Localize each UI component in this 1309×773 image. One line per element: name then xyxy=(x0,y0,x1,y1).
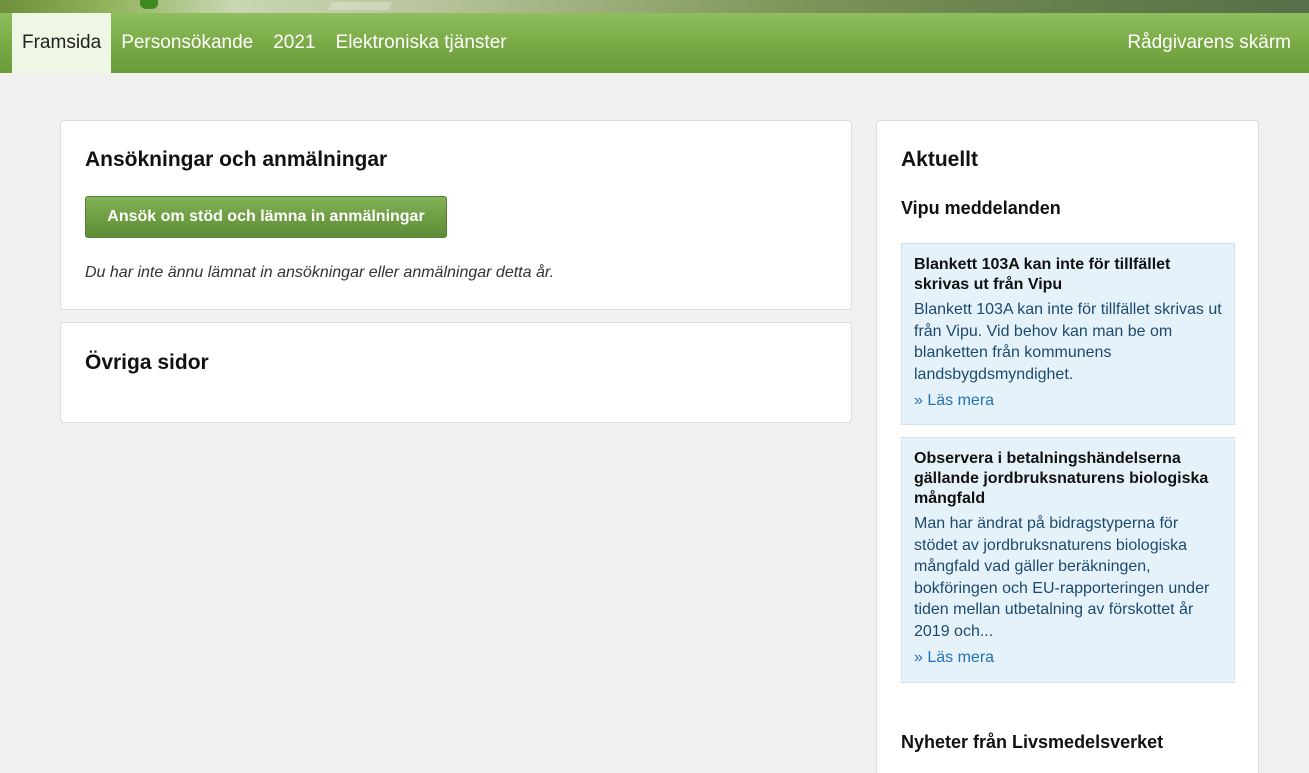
message-item: Observera i betalningshändelserna gällan… xyxy=(901,437,1235,683)
applications-card: Ansökningar och anmälningar Ansök om stö… xyxy=(60,120,852,310)
message-body: Blankett 103A kan inte för tillfället sk… xyxy=(914,301,1222,383)
nav-item-elektroniska-tjanster[interactable]: Elektroniska tjänster xyxy=(326,13,517,73)
banner-decoration xyxy=(328,2,392,10)
message-title: Observera i betalningshändelserna gällan… xyxy=(914,450,1209,507)
news-card: Aktuellt Vipu meddelanden Blankett 103A … xyxy=(876,120,1259,773)
read-more-link[interactable]: » Läs mera xyxy=(914,647,1222,668)
other-pages-title: Övriga sidor xyxy=(85,351,209,374)
message-body: Man har ändrat på bidragstyperna för stö… xyxy=(914,515,1210,640)
message-item: Blankett 103A kan inte för tillfället sk… xyxy=(901,243,1235,425)
logo-leaf-icon xyxy=(140,0,158,9)
nav-item-framsida[interactable]: Framsida xyxy=(12,13,112,73)
main-navigation: Framsida Personsökande 2021 Elektroniska… xyxy=(0,13,1309,73)
news-title: Aktuellt xyxy=(901,148,979,171)
vipu-messages-title: Vipu meddelanden xyxy=(901,198,1061,218)
header-banner xyxy=(0,0,1309,13)
nav-item-personsokande[interactable]: Personsökande xyxy=(111,13,263,73)
applications-title: Ansökningar och anmälningar xyxy=(85,148,388,171)
apply-button[interactable]: Ansök om stöd och lämna in anmälningar xyxy=(85,196,447,238)
applications-note: Du har inte ännu lämnat in ansökningar e… xyxy=(85,264,555,281)
nav-item-2021[interactable]: 2021 xyxy=(263,13,325,73)
read-more-link[interactable]: » Läs mera xyxy=(914,390,1222,411)
message-title: Blankett 103A kan inte för tillfället sk… xyxy=(914,256,1171,293)
nav-item-radgivarens-skarm[interactable]: Rådgivarens skärm xyxy=(1117,13,1309,73)
other-pages-card: Övriga sidor xyxy=(60,322,852,423)
livsmedelsverket-news-title: Nyheter från Livsmedelsverket xyxy=(901,732,1164,752)
